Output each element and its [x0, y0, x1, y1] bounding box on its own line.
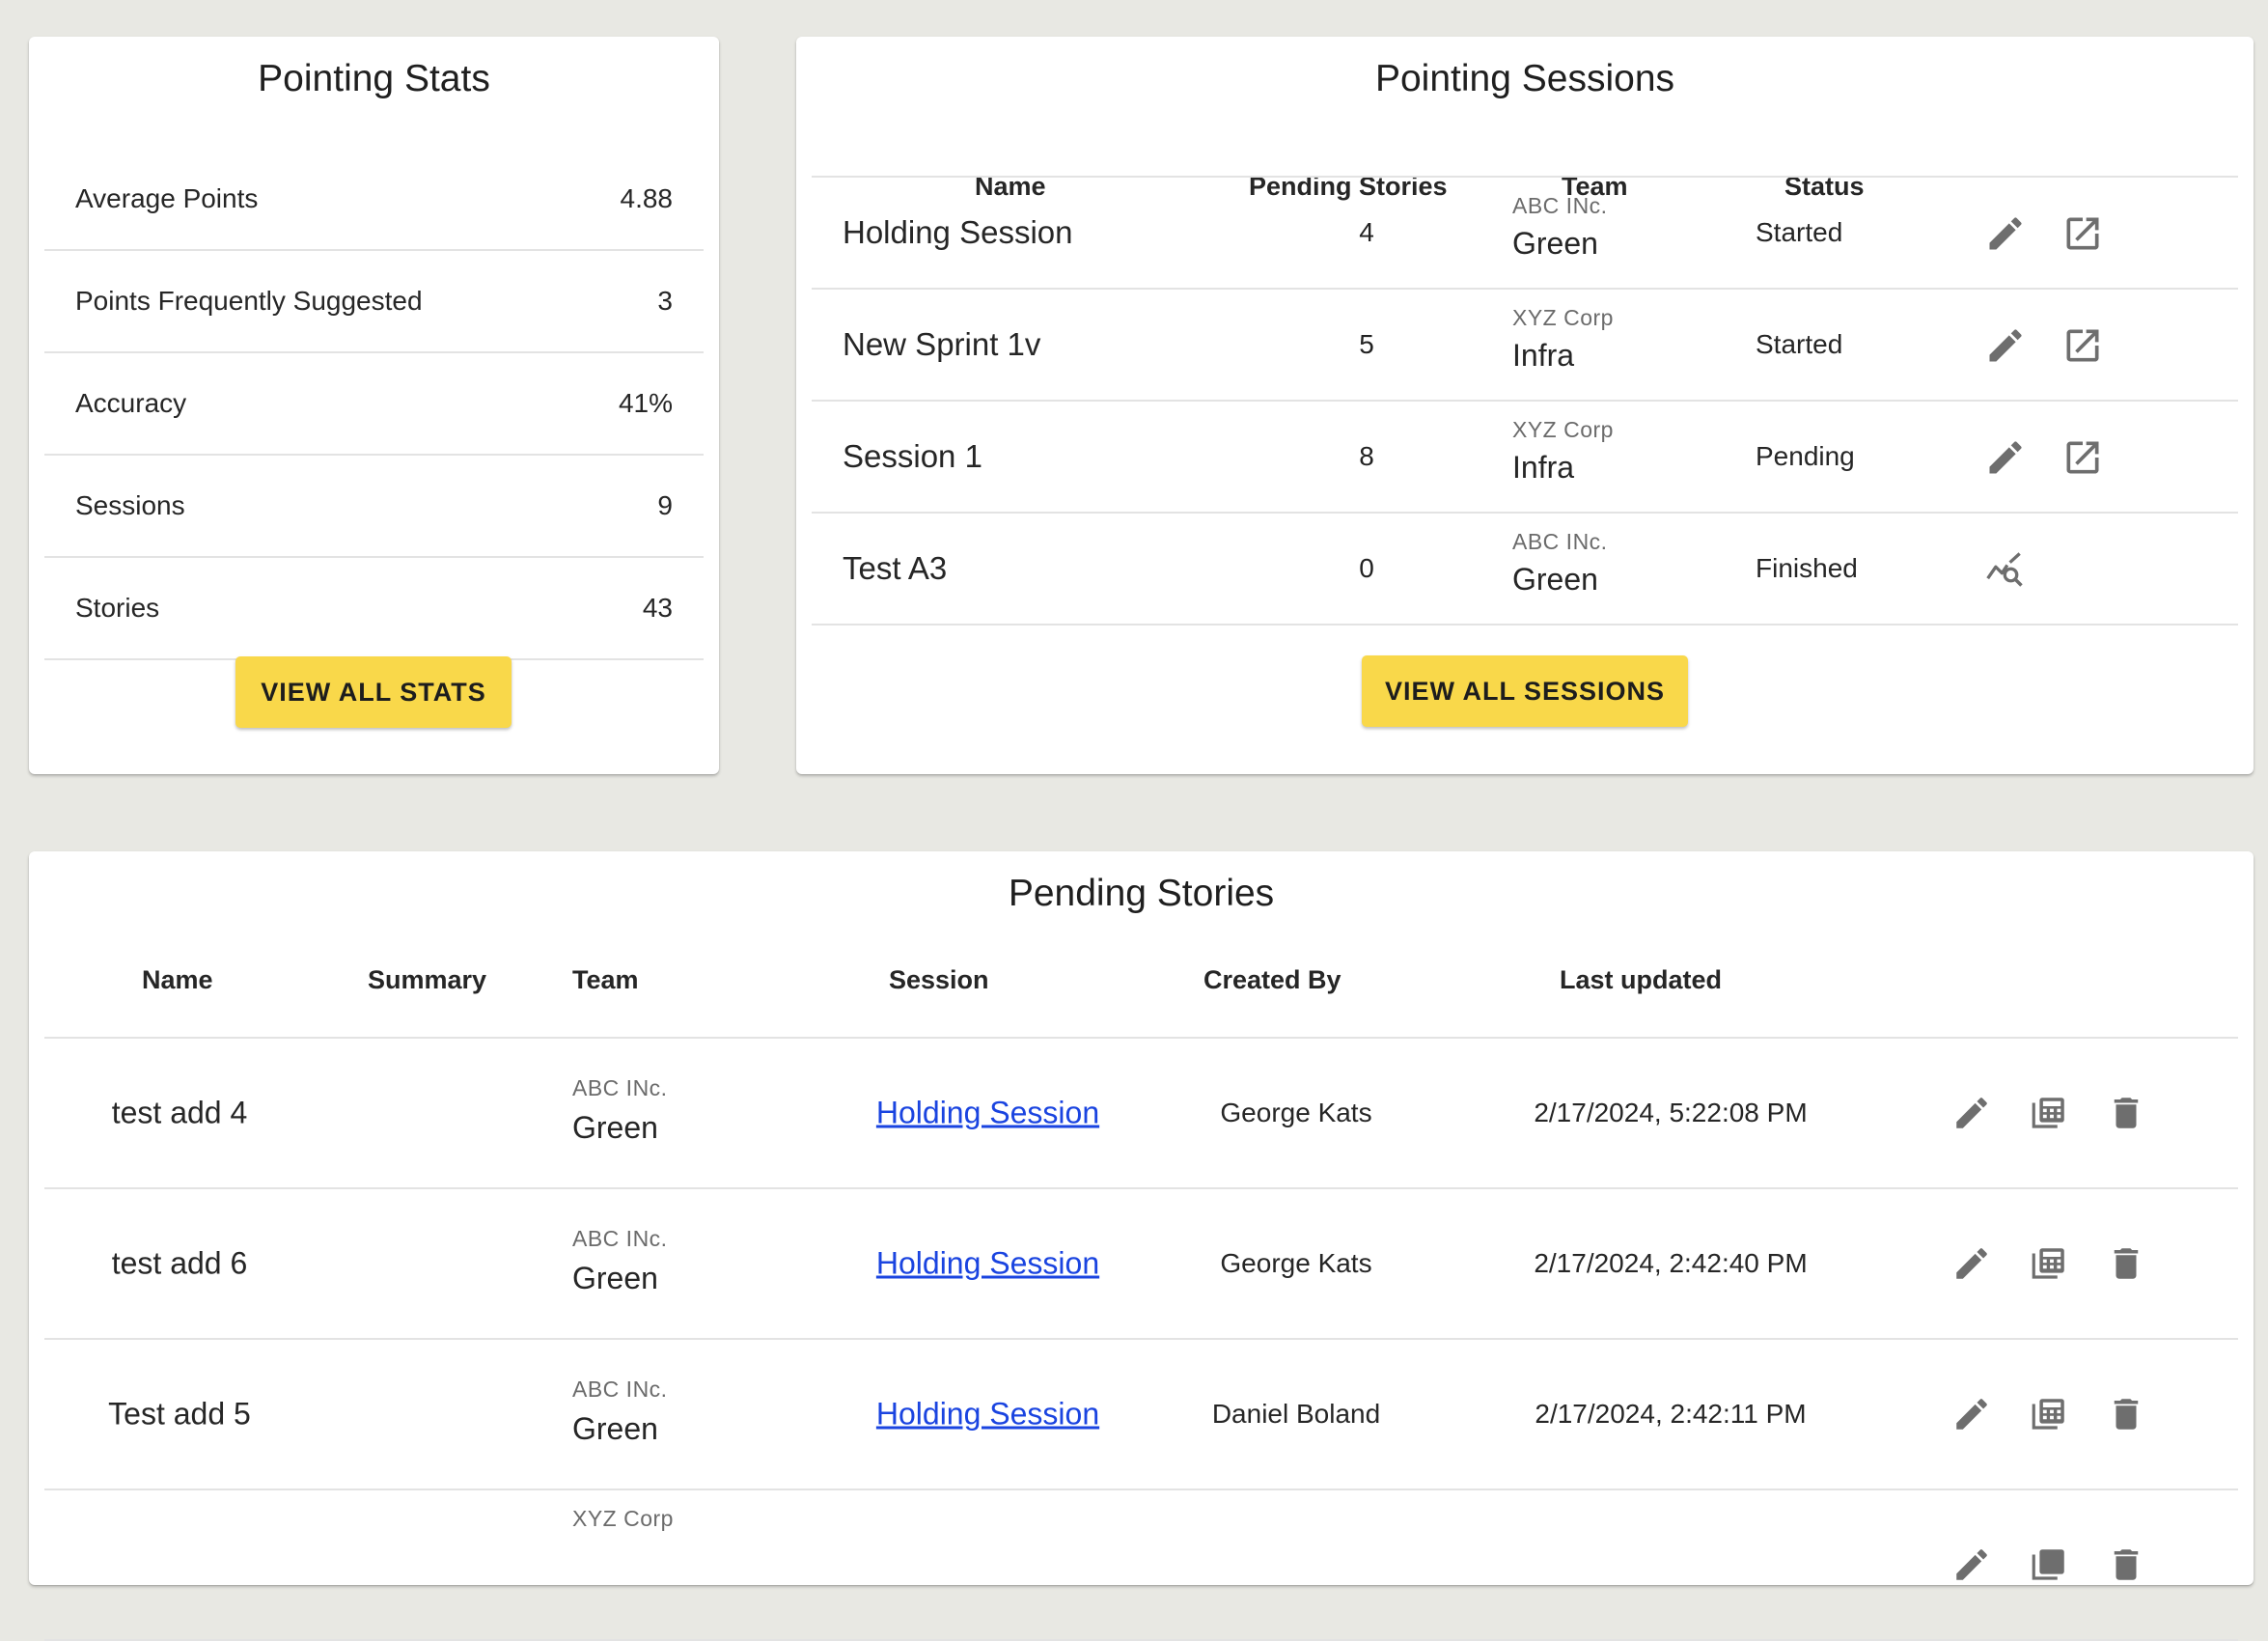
delete-icon[interactable]: [2106, 1093, 2146, 1133]
pending-stories-card: Pending Stories Name Summary Team Sessio…: [29, 851, 2254, 1641]
story-created-by: Daniel Boland: [1211, 1399, 1381, 1429]
session-status: Finished: [1756, 553, 1858, 583]
session-name: Holding Session: [843, 214, 1073, 250]
story-last-updated: 2/17/2024, 5:22:08 PM: [1534, 1098, 1808, 1127]
story-session-link[interactable]: Holding Session: [797, 1246, 1178, 1282]
stat-label: Points Frequently Suggested: [75, 286, 423, 316]
story-row[interactable]: test add 6 ABC INc. Green Holding Sessio…: [44, 1189, 2238, 1340]
stat-label: Accuracy: [75, 388, 187, 418]
team-organization: ABC INc.: [1512, 193, 1608, 218]
query-stats-icon[interactable]: [1984, 548, 2027, 591]
stat-row-accuracy: Accuracy 41%: [44, 353, 704, 456]
session-row[interactable]: Test A3 0 ABC INc. Green Finished: [812, 514, 2238, 626]
calculate-icon[interactable]: [2029, 1394, 2069, 1434]
story-name: Test add 5: [108, 1396, 251, 1432]
stat-row-stories: Stories 43: [44, 558, 704, 660]
delete-icon[interactable]: [2106, 1544, 2146, 1585]
team-name: Green: [572, 1110, 658, 1145]
team-name: Infra: [1512, 338, 1575, 373]
story-name: test add 4: [111, 1095, 248, 1130]
team-organization: ABC INc.: [572, 1075, 668, 1100]
session-row[interactable]: Holding Session 4 ABC INc. Green Started: [812, 178, 2238, 290]
team-organization: ABC INc.: [1512, 529, 1608, 554]
delete-icon[interactable]: [2106, 1243, 2146, 1284]
session-row[interactable]: New Sprint 1v 5 XYZ Corp Infra Started: [812, 290, 2238, 402]
pointing-stats-title: Pointing Stats: [258, 58, 490, 99]
team-organization: ABC INc.: [572, 1226, 668, 1251]
story-name: test add 6: [111, 1245, 248, 1281]
pending-stories-title: Pending Stories: [1008, 873, 1275, 914]
session-row[interactable]: Session 1 8 XYZ Corp Infra Pending: [812, 402, 2238, 514]
session-pending-count: 0: [1359, 553, 1374, 583]
column-header-team[interactable]: Team: [572, 965, 639, 995]
story-row[interactable]: test add 4 ABC INc. Green Holding Sessio…: [44, 1039, 2238, 1189]
view-all-sessions-button[interactable]: VIEW ALL SESSIONS: [1362, 655, 1688, 727]
stat-value: 3: [657, 286, 673, 316]
story-session-link[interactable]: Holding Session: [797, 1397, 1178, 1432]
session-name: Test A3: [843, 550, 948, 586]
session-status: Pending: [1756, 441, 1855, 471]
edit-icon[interactable]: [1951, 1544, 1992, 1585]
stat-value: 41%: [618, 388, 673, 418]
session-status: Started: [1756, 217, 1843, 247]
team-organization: XYZ Corp: [572, 1506, 674, 1531]
open-in-new-icon[interactable]: [2061, 212, 2104, 255]
stat-label: Average Points: [75, 183, 259, 213]
team-name: Green: [1512, 226, 1598, 261]
edit-icon[interactable]: [1984, 324, 2027, 367]
story-row[interactable]: Test add 5 ABC INc. Green Holding Sessio…: [44, 1340, 2238, 1490]
column-header-summary[interactable]: Summary: [368, 965, 486, 995]
pointing-sessions-card: Pointing Sessions Name Pending Stories T…: [796, 37, 2254, 774]
story-row[interactable]: XYZ Corp: [44, 1490, 2238, 1641]
story-created-by: George Kats: [1220, 1098, 1372, 1127]
view-all-stats-button[interactable]: VIEW ALL STATS: [235, 656, 512, 728]
stat-row-points-frequently-suggested: Points Frequently Suggested 3: [44, 251, 704, 353]
open-in-new-icon[interactable]: [2061, 436, 2104, 479]
story-created-by: George Kats: [1220, 1248, 1372, 1278]
story-last-updated: 2/17/2024, 2:42:40 PM: [1534, 1248, 1808, 1278]
session-name: New Sprint 1v: [843, 326, 1041, 362]
column-header-created-by[interactable]: Created By: [1203, 965, 1341, 995]
team-organization: XYZ Corp: [1512, 305, 1614, 330]
edit-icon[interactable]: [1984, 212, 2027, 255]
stat-row-sessions: Sessions 9: [44, 456, 704, 558]
pointing-stats-card: Pointing Stats Average Points 4.88 Point…: [29, 37, 719, 774]
session-pending-count: 8: [1359, 441, 1374, 471]
calculate-icon[interactable]: [2029, 1243, 2069, 1284]
edit-icon[interactable]: [1951, 1093, 1992, 1133]
stat-label: Stories: [75, 593, 160, 623]
stat-value: 9: [657, 490, 673, 520]
team-organization: XYZ Corp: [1512, 417, 1614, 442]
open-in-new-icon[interactable]: [2061, 324, 2104, 367]
delete-icon[interactable]: [2106, 1394, 2146, 1434]
stat-row-average-points: Average Points 4.88: [44, 149, 704, 251]
story-last-updated: 2/17/2024, 2:42:11 PM: [1535, 1399, 1807, 1429]
edit-icon[interactable]: [1984, 436, 2027, 479]
session-pending-count: 5: [1359, 329, 1374, 359]
team-name: Green: [572, 1261, 658, 1295]
pointing-sessions-title: Pointing Sessions: [1374, 58, 1675, 99]
calculate-icon[interactable]: [2029, 1544, 2069, 1585]
stat-value: 4.88: [620, 183, 674, 213]
column-header-name[interactable]: Name: [142, 965, 213, 995]
column-header-last-updated[interactable]: Last updated: [1560, 965, 1722, 995]
stat-value: 43: [642, 593, 673, 623]
session-name: Session 1: [843, 438, 982, 474]
team-name: Infra: [1512, 450, 1575, 485]
team-organization: ABC INc.: [572, 1377, 668, 1402]
calculate-icon[interactable]: [2029, 1093, 2069, 1133]
team-name: Green: [572, 1411, 658, 1446]
session-pending-count: 4: [1359, 217, 1374, 247]
edit-icon[interactable]: [1951, 1394, 1992, 1434]
session-status: Started: [1756, 329, 1843, 359]
story-session-link[interactable]: Holding Session: [797, 1096, 1178, 1131]
column-header-session[interactable]: Session: [889, 965, 989, 995]
edit-icon[interactable]: [1951, 1243, 1992, 1284]
team-name: Green: [1512, 562, 1598, 597]
stat-label: Sessions: [75, 490, 185, 520]
